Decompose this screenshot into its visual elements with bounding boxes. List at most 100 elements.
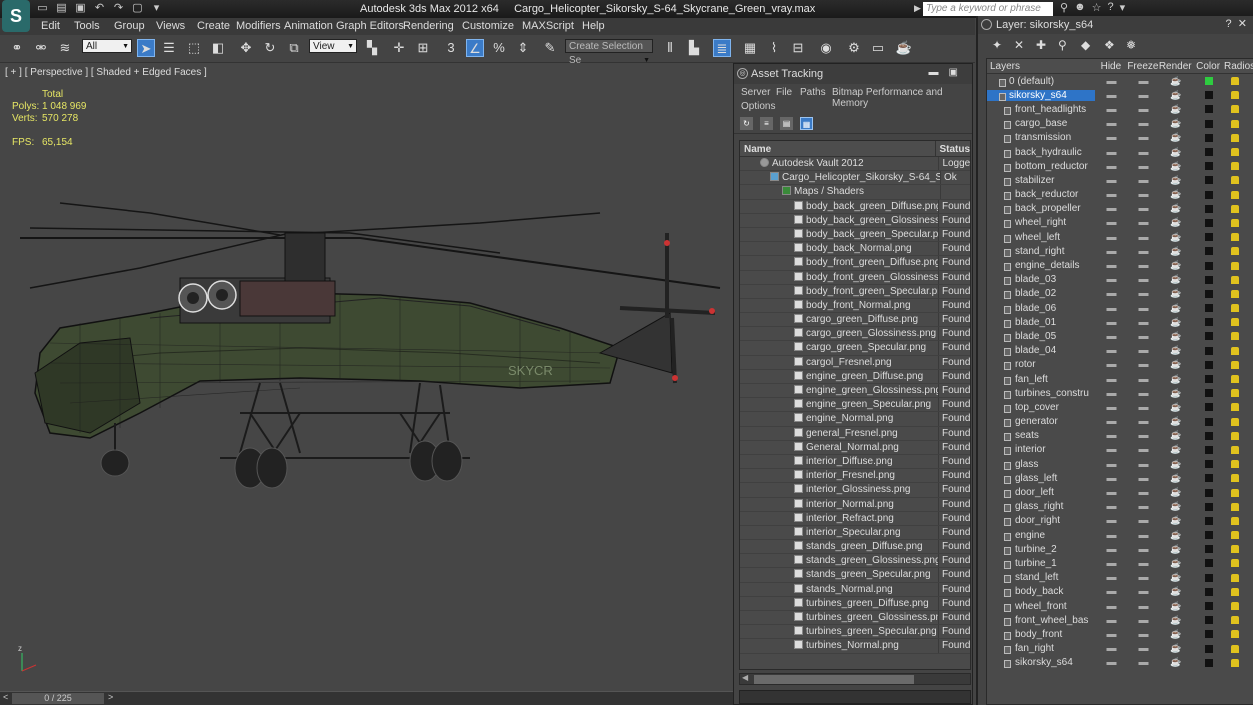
- perspective-viewport[interactable]: SKYCR z [ + ] [ Perspective ] [ Shaded +…: [0, 63, 733, 691]
- freeze-toggle[interactable]: ▬: [1128, 288, 1159, 299]
- hide-toggle[interactable]: ▬: [1095, 288, 1128, 299]
- radiosity-icon[interactable]: [1225, 630, 1245, 639]
- layer-color-swatch[interactable]: [1193, 602, 1225, 611]
- asset-row[interactable]: body_back_green_Diffuse.png Found: [740, 199, 970, 214]
- layer-color-swatch[interactable]: [1193, 318, 1225, 327]
- select-object-icon[interactable]: ➤: [137, 39, 155, 57]
- radiosity-icon[interactable]: [1225, 502, 1245, 511]
- layer-name-cell[interactable]: blade_06: [987, 303, 1095, 314]
- list-view-icon[interactable]: ≡: [760, 117, 773, 130]
- edit-named-selection-icon[interactable]: ✎: [541, 39, 559, 57]
- layer-color-swatch[interactable]: [1193, 148, 1225, 157]
- menu-bitmap-performance[interactable]: Bitmap Performance and Memory: [832, 87, 972, 109]
- render-production-icon[interactable]: ☕: [895, 39, 913, 57]
- hide-toggle[interactable]: ▬: [1095, 118, 1128, 129]
- layer-name-cell[interactable]: rotor: [987, 359, 1095, 371]
- layer-name-cell[interactable]: sikorsky_s64: [987, 657, 1095, 669]
- freeze-toggle[interactable]: ▬: [1128, 317, 1159, 328]
- help-icon[interactable]: ?: [1226, 18, 1232, 30]
- layer-color-swatch[interactable]: [1193, 658, 1225, 667]
- layer-name-cell[interactable]: stand_left: [987, 572, 1095, 584]
- render-teapot-icon[interactable]: ☕: [1159, 572, 1193, 583]
- material-editor-icon[interactable]: ◉: [817, 39, 835, 57]
- layer-row[interactable]: door_right ▬ ▬ ☕: [987, 514, 1253, 528]
- asset-row[interactable]: engine_green_Specular.png Found: [740, 398, 970, 413]
- layer-row[interactable]: sikorsky_s64 ▬ ▬ ☕: [987, 88, 1253, 102]
- radiosity-icon[interactable]: [1225, 545, 1245, 554]
- menu-rendering[interactable]: Rendering: [403, 20, 454, 32]
- asset-row[interactable]: stands_green_Specular.png Found: [740, 568, 970, 583]
- freeze-toggle[interactable]: ▬: [1128, 601, 1159, 612]
- column-layers[interactable]: Layers: [987, 59, 1094, 73]
- render-teapot-icon[interactable]: ☕: [1159, 203, 1193, 214]
- freeze-toggle[interactable]: ▬: [1128, 260, 1159, 271]
- column-status[interactable]: Status: [936, 141, 970, 156]
- layer-name-cell[interactable]: blade_03: [987, 274, 1095, 286]
- layer-name-cell[interactable]: blade_02: [987, 288, 1095, 300]
- link-icon[interactable]: ⚭: [8, 39, 26, 57]
- render-teapot-icon[interactable]: ☕: [1159, 76, 1193, 87]
- radiosity-icon[interactable]: [1225, 616, 1245, 625]
- freeze-toggle[interactable]: ▬: [1128, 189, 1159, 200]
- layer-row[interactable]: blade_02 ▬ ▬ ☕: [987, 287, 1253, 301]
- render-teapot-icon[interactable]: ☕: [1159, 246, 1193, 257]
- window-crossing-icon[interactable]: ◧: [209, 39, 227, 57]
- radiosity-icon[interactable]: [1225, 417, 1245, 426]
- maximize-icon[interactable]: ▣: [949, 67, 968, 78]
- radiosity-icon[interactable]: [1225, 304, 1245, 313]
- asset-row[interactable]: Cargo_Helicopter_Sikorsky_S-64_Skyc... Ok: [740, 171, 970, 186]
- layer-name-cell[interactable]: cargo_base: [987, 118, 1095, 130]
- undo-icon[interactable]: ↶: [93, 2, 106, 15]
- asset-row[interactable]: cargo_green_Glossiness.png Found: [740, 327, 970, 342]
- layer-color-swatch[interactable]: [1193, 119, 1225, 128]
- layer-color-swatch[interactable]: [1193, 289, 1225, 298]
- layer-color-swatch[interactable]: [1193, 275, 1225, 284]
- hide-toggle[interactable]: ▬: [1095, 232, 1128, 243]
- pivot-icon[interactable]: ▚: [363, 39, 381, 57]
- layer-row[interactable]: wheel_right ▬ ▬ ☕: [987, 216, 1253, 230]
- asset-row[interactable]: interior_Fresnel.png Found: [740, 469, 970, 484]
- render-teapot-icon[interactable]: ☕: [1159, 303, 1193, 314]
- layer-row[interactable]: stand_right ▬ ▬ ☕: [987, 244, 1253, 258]
- radiosity-icon[interactable]: [1225, 261, 1245, 270]
- layer-row[interactable]: turbine_2 ▬ ▬ ☕: [987, 542, 1253, 556]
- layer-row[interactable]: wheel_front ▬ ▬ ☕: [987, 599, 1253, 613]
- freeze-toggle[interactable]: ▬: [1128, 544, 1159, 555]
- layer-name-cell[interactable]: wheel_right: [987, 217, 1095, 229]
- asset-row[interactable]: body_front_Normal.png Found: [740, 298, 970, 314]
- layer-color-swatch[interactable]: [1193, 445, 1225, 454]
- highlight-layer-icon[interactable]: ◆: [1081, 38, 1090, 52]
- expand-icon[interactable]: ▶: [914, 3, 921, 14]
- layer-row[interactable]: fan_left ▬ ▬ ☕: [987, 372, 1253, 386]
- menu-help[interactable]: Help: [582, 20, 605, 32]
- render-teapot-icon[interactable]: ☕: [1159, 629, 1193, 640]
- freeze-toggle[interactable]: ▬: [1128, 586, 1159, 597]
- radiosity-icon[interactable]: [1225, 346, 1245, 355]
- render-teapot-icon[interactable]: ☕: [1159, 601, 1193, 612]
- radiosity-icon[interactable]: [1225, 531, 1245, 540]
- snaps-toggle-icon[interactable]: 3: [442, 39, 460, 57]
- freeze-toggle[interactable]: ▬: [1128, 90, 1159, 101]
- render-teapot-icon[interactable]: ☕: [1159, 317, 1193, 328]
- dropdown-icon[interactable]: ▾: [150, 2, 163, 15]
- render-teapot-icon[interactable]: ☕: [1159, 487, 1193, 498]
- hide-toggle[interactable]: ▬: [1095, 657, 1128, 668]
- freeze-toggle[interactable]: ▬: [1128, 501, 1159, 512]
- layer-row[interactable]: glass_right ▬ ▬ ☕: [987, 500, 1253, 514]
- layer-color-swatch[interactable]: [1193, 346, 1225, 355]
- time-slider[interactable]: 0 / 225: [12, 693, 104, 704]
- layer-name-cell[interactable]: front_wheel_bas: [987, 615, 1095, 626]
- hide-toggle[interactable]: ▬: [1095, 331, 1128, 342]
- close-icon[interactable]: ✕: [1238, 18, 1247, 30]
- asset-row[interactable]: stands_green_Glossiness.png Found: [740, 554, 970, 569]
- layer-name-cell[interactable]: engine: [987, 530, 1095, 541]
- layer-row[interactable]: glass_left ▬ ▬ ☕: [987, 471, 1253, 485]
- asset-row[interactable]: turbines_green_Diffuse.png Found: [740, 596, 970, 611]
- layer-row[interactable]: interior ▬ ▬ ☕: [987, 443, 1253, 457]
- menu-server[interactable]: Server: [741, 87, 770, 98]
- layer-color-swatch[interactable]: [1193, 502, 1225, 511]
- hide-toggle[interactable]: ▬: [1095, 132, 1128, 143]
- radiosity-icon[interactable]: [1225, 360, 1245, 369]
- freeze-toggle[interactable]: ▬: [1128, 388, 1159, 399]
- scale-icon[interactable]: ⧉: [285, 39, 303, 57]
